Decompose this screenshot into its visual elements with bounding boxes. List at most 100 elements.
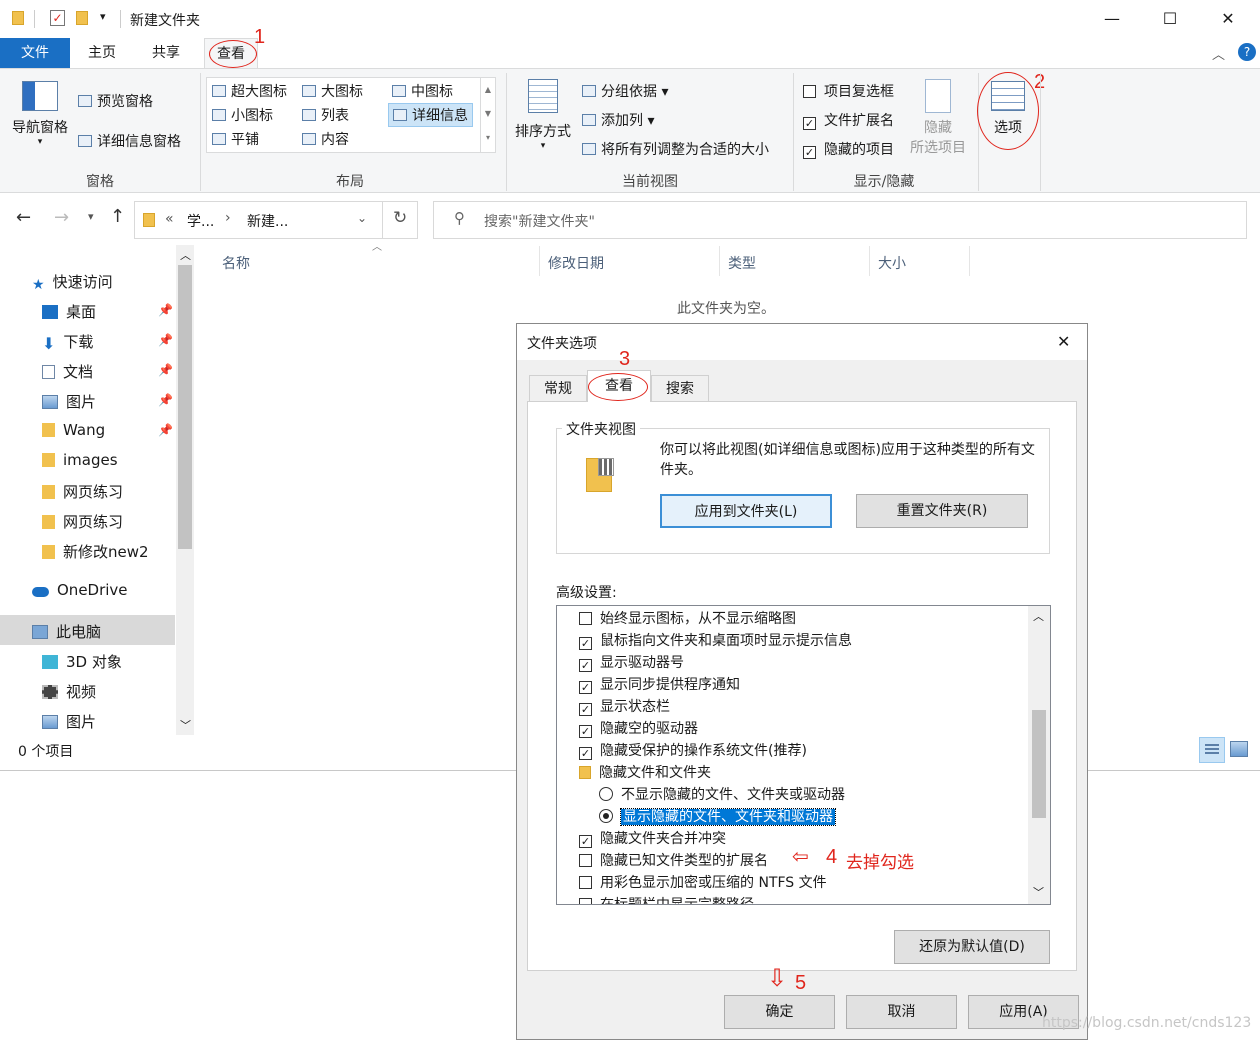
advanced-setting-row[interactable]: 显示隐藏的文件、文件夹和驱动器 xyxy=(599,806,836,828)
properties-icon[interactable]: ✓ xyxy=(50,10,65,26)
radio-button[interactable] xyxy=(599,787,613,801)
checkbox[interactable] xyxy=(579,898,592,904)
checkbox[interactable] xyxy=(579,854,592,867)
refresh-icon[interactable]: ↻ xyxy=(393,208,407,228)
dialog-tab-general[interactable]: 常规 xyxy=(529,375,587,401)
advanced-scrollbar[interactable]: ︿ ﹀ xyxy=(1028,606,1050,904)
sidebar-item-downloads[interactable]: ⬇ 下载 xyxy=(42,331,93,353)
layout-tiles[interactable]: 平铺 xyxy=(212,129,259,149)
checkbox[interactable]: ✓ xyxy=(579,725,592,738)
advanced-setting-row[interactable]: 在标题栏中显示完整路径 xyxy=(579,894,754,904)
column-header-name[interactable]: 名称 xyxy=(222,253,250,273)
fit-columns-button[interactable]: 将所有列调整为合适的大小 xyxy=(582,139,769,159)
sidebar-item-desktop[interactable]: 桌面 xyxy=(42,301,96,322)
layout-details[interactable]: 详细信息 xyxy=(388,103,473,127)
details-pane-button[interactable]: 详细信息窗格 xyxy=(78,131,181,151)
sidebar-item-pictures[interactable]: 图片 xyxy=(42,391,96,412)
restore-defaults-button[interactable]: 还原为默认值(D) xyxy=(894,930,1050,964)
column-header-date[interactable]: 修改日期 xyxy=(548,253,604,273)
ok-button[interactable]: 确定 xyxy=(724,995,835,1029)
layout-content[interactable]: 内容 xyxy=(302,129,349,149)
checkbox[interactable]: ✓ xyxy=(579,703,592,716)
customize-toolbar-icon[interactable]: ▾ xyxy=(100,10,106,23)
sidebar-item-pc-pictures[interactable]: 图片 xyxy=(42,711,96,732)
dialog-close-button[interactable]: ✕ xyxy=(1057,332,1070,351)
sidebar-item-videos[interactable]: 视频 xyxy=(42,681,96,702)
tab-share[interactable]: 共享 xyxy=(140,38,192,68)
pin-icon[interactable]: 📌 xyxy=(158,363,173,377)
tab-file[interactable]: 文件 xyxy=(0,38,70,68)
advanced-setting-row[interactable]: ✓ 显示驱动器号 xyxy=(579,652,684,674)
sort-by-button[interactable]: 排序方式 ▾ xyxy=(512,79,574,151)
hidden-items-toggle[interactable]: ✓ 隐藏的项目 xyxy=(803,139,894,159)
scroll-thumb[interactable] xyxy=(178,265,192,549)
preview-pane-button[interactable]: 预览窗格 xyxy=(78,91,153,111)
help-icon[interactable]: ? xyxy=(1238,43,1256,61)
checkbox[interactable]: ✓ xyxy=(803,117,816,130)
back-arrow-icon[interactable]: ← xyxy=(16,207,31,228)
new-folder-icon[interactable] xyxy=(76,11,88,25)
address-bar[interactable]: « 学... › 新建... ⌄ ↻ xyxy=(134,201,418,239)
large-icons-view-toggle[interactable] xyxy=(1230,741,1248,757)
checkbox[interactable]: ✓ xyxy=(579,747,592,760)
layout-large-icons[interactable]: 大图标 xyxy=(302,81,363,101)
sidebar-item-web-practice-2[interactable]: 网页练习 xyxy=(42,511,123,532)
layout-small-icons[interactable]: 小图标 xyxy=(212,105,273,125)
dialog-tab-search[interactable]: 搜索 xyxy=(651,375,709,401)
column-header-size[interactable]: 大小 xyxy=(878,253,906,273)
scroll-up-icon[interactable]: ︿ xyxy=(1033,608,1044,624)
sidebar-item-new2[interactable]: 新修改new2 xyxy=(42,541,149,562)
checkbox[interactable]: ✓ xyxy=(803,146,816,159)
sidebar-item-wang[interactable]: Wang xyxy=(42,421,105,439)
layout-extra-large-icons[interactable]: 超大图标 xyxy=(212,81,287,101)
recent-locations-icon[interactable]: ▾ xyxy=(88,210,94,223)
item-checkboxes-toggle[interactable]: 项目复选框 xyxy=(803,81,894,101)
minimize-button[interactable]: — xyxy=(1082,0,1142,38)
breadcrumb-overflow[interactable]: « xyxy=(165,211,174,227)
advanced-setting-row[interactable]: 隐藏已知文件类型的扩展名 xyxy=(579,850,768,872)
apply-to-folders-button[interactable]: 应用到文件夹(L) xyxy=(660,494,832,528)
collapse-ribbon-icon[interactable]: ︿ xyxy=(1212,44,1225,63)
nav-pane-button[interactable]: 导航窗格 ▾ xyxy=(8,81,72,147)
pin-icon[interactable]: 📌 xyxy=(158,423,173,437)
cancel-button[interactable]: 取消 xyxy=(846,995,957,1029)
pin-icon[interactable]: 📌 xyxy=(158,393,173,407)
up-arrow-icon[interactable]: ↑ xyxy=(110,206,125,227)
close-button[interactable]: ✕ xyxy=(1198,0,1258,38)
sidebar-item-3d-objects[interactable]: 3D 对象 xyxy=(42,651,122,672)
sidebar-item-web-practice[interactable]: 网页练习 xyxy=(42,481,123,502)
search-input[interactable]: 搜索"新建文件夹" xyxy=(484,211,595,231)
file-extensions-toggle[interactable]: ✓ 文件扩展名 xyxy=(803,110,894,130)
details-view-toggle[interactable] xyxy=(1199,737,1225,763)
sidebar-item-documents[interactable]: 文档 xyxy=(42,361,93,382)
advanced-setting-row[interactable]: ✓ 隐藏受保护的操作系统文件(推荐) xyxy=(579,740,807,762)
layout-medium-icons[interactable]: 中图标 xyxy=(392,81,453,101)
gallery-scroll[interactable]: ▲ ▼ ▾ xyxy=(480,78,495,152)
advanced-setting-row[interactable]: ✓ 显示状态栏 xyxy=(579,696,670,718)
sidebar-item-images[interactable]: images xyxy=(42,451,118,469)
checkbox[interactable] xyxy=(579,876,592,889)
group-by-button[interactable]: 分组依据 ▾ xyxy=(582,81,668,101)
pin-icon[interactable]: 📌 xyxy=(158,333,173,347)
sidebar-item-this-pc[interactable]: 此电脑 xyxy=(32,621,101,642)
sidebar-item-quick-access[interactable]: ★ 快速访问 xyxy=(32,271,113,293)
advanced-setting-row[interactable]: 用彩色显示加密或压缩的 NTFS 文件 xyxy=(579,872,827,894)
add-column-button[interactable]: 添加列 ▾ xyxy=(582,110,654,130)
breadcrumb-item[interactable]: 学... xyxy=(187,211,214,231)
reset-folders-button[interactable]: 重置文件夹(R) xyxy=(856,494,1028,528)
checkbox[interactable] xyxy=(579,612,592,625)
advanced-setting-row[interactable]: ✓ 隐藏文件夹合并冲突 xyxy=(579,828,726,850)
address-dropdown-icon[interactable]: ⌄ xyxy=(357,211,367,225)
checkbox[interactable]: ✓ xyxy=(579,637,592,650)
sidebar-item-onedrive[interactable]: OneDrive xyxy=(32,581,128,599)
advanced-setting-row[interactable]: 始终显示图标，从不显示缩略图 xyxy=(579,608,796,630)
checkbox[interactable]: ✓ xyxy=(579,659,592,672)
scroll-thumb[interactable] xyxy=(1032,710,1046,818)
checkbox[interactable]: ✓ xyxy=(579,835,592,848)
search-box[interactable]: ⚲ 搜索"新建文件夹" xyxy=(433,201,1247,239)
checkbox[interactable] xyxy=(803,85,816,98)
advanced-setting-row[interactable]: 不显示隐藏的文件、文件夹或驱动器 xyxy=(599,784,845,806)
scroll-down-icon[interactable]: ﹀ xyxy=(1033,884,1044,900)
advanced-setting-row[interactable]: ✓ 鼠标指向文件夹和桌面项时显示提示信息 xyxy=(579,630,852,652)
pin-icon[interactable]: 📌 xyxy=(158,303,173,317)
